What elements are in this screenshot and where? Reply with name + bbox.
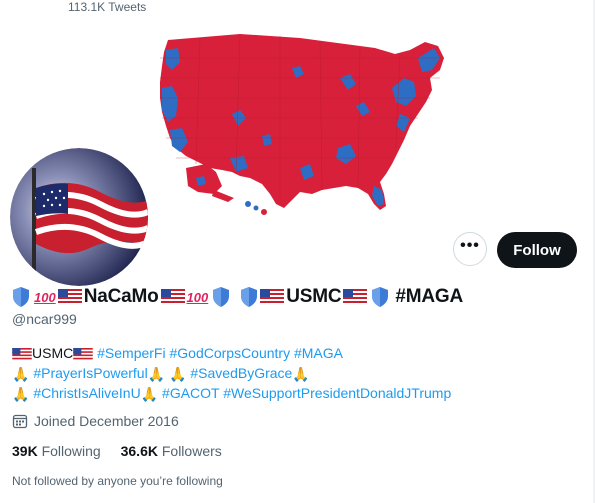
- top-bar: 113.1K Tweets: [0, 0, 595, 18]
- blue-shield-icon: [213, 287, 230, 307]
- us-flag-icon: [160, 289, 185, 305]
- following-count: 39K: [12, 443, 38, 459]
- profile-handle: @ncar999: [12, 311, 77, 327]
- follow-button[interactable]: Follow: [497, 232, 577, 268]
- joined-date: Joined December 2016: [12, 413, 179, 429]
- praying-hands-icon: 🙏: [140, 386, 159, 403]
- followers-count: 36.6K: [120, 443, 158, 459]
- us-flag-icon: [73, 347, 93, 361]
- display-name-tag: #MAGA: [395, 286, 463, 307]
- blue-shield-icon: [241, 287, 258, 307]
- follow-counts: 39K Following 36.6K Followers: [12, 443, 222, 459]
- not-followed-notice: Not followed by anyone you’re following: [12, 474, 223, 488]
- hundred-points-icon: 100: [186, 289, 209, 305]
- praying-hands-icon: 🙏: [169, 366, 187, 383]
- bio-hashtags-link[interactable]: #SemperFi #GodCorpsCountry #MAGA: [97, 345, 343, 361]
- us-flag-icon: [260, 289, 285, 305]
- waving-flag-avatar-image: [10, 148, 148, 286]
- praying-hands-icon: 🙏: [292, 366, 310, 383]
- blue-shield-icon: [372, 287, 389, 307]
- followers-link[interactable]: 36.6K Followers: [121, 443, 222, 459]
- bio-line-1: USMC #SemperFi #GodCorpsCountry #MAGA: [12, 343, 451, 363]
- us-flag-icon: [343, 289, 368, 305]
- display-name: NaCaMo: [83, 286, 159, 307]
- following-link[interactable]: 39K Following: [12, 443, 101, 459]
- bio-hashtags-link-2[interactable]: #GACOT #WeSupportPresidentDonaldJTrump: [162, 385, 451, 401]
- blue-shield-icon: [13, 287, 29, 307]
- hashtag-prayer-link[interactable]: #PrayerIsPowerful: [33, 365, 147, 381]
- display-name-suffix: USMC: [286, 286, 342, 307]
- profile-avatar[interactable]: [10, 148, 148, 286]
- hundred-points-icon: 100: [34, 289, 56, 305]
- praying-hands-icon: 🙏: [147, 366, 166, 383]
- display-name-row: 100 NaCaMo 100 USMC #MAGA: [12, 285, 463, 309]
- us-flag-icon: [12, 347, 32, 361]
- praying-hands-icon: 🙏: [12, 386, 30, 403]
- hashtag-christ-link[interactable]: #ChristIsAliveInU: [33, 385, 140, 401]
- hashtag-saved-link[interactable]: #SavedByGrace: [190, 365, 292, 381]
- joined-text: Joined December 2016: [34, 413, 179, 429]
- profile-bio: USMC #SemperFi #GodCorpsCountry #MAGA 🙏 …: [12, 343, 451, 403]
- calendar-icon: [12, 414, 28, 429]
- tweet-count: 113.1K Tweets: [68, 0, 147, 14]
- more-label: •••: [460, 237, 480, 254]
- following-label: Following: [41, 443, 101, 459]
- followers-label: Followers: [161, 443, 222, 459]
- bio-line-3: 🙏 #ChristIsAliveInU🙏 #GACOT #WeSupportPr…: [12, 383, 451, 403]
- us-flag-icon: [57, 289, 82, 305]
- praying-hands-icon: 🙏: [12, 366, 30, 383]
- bio-usmc-text: USMC: [32, 345, 74, 361]
- more-options-button[interactable]: •••: [453, 232, 487, 266]
- bio-line-2: 🙏 #PrayerIsPowerful🙏 🙏 #SavedByGrace🙏: [12, 363, 451, 383]
